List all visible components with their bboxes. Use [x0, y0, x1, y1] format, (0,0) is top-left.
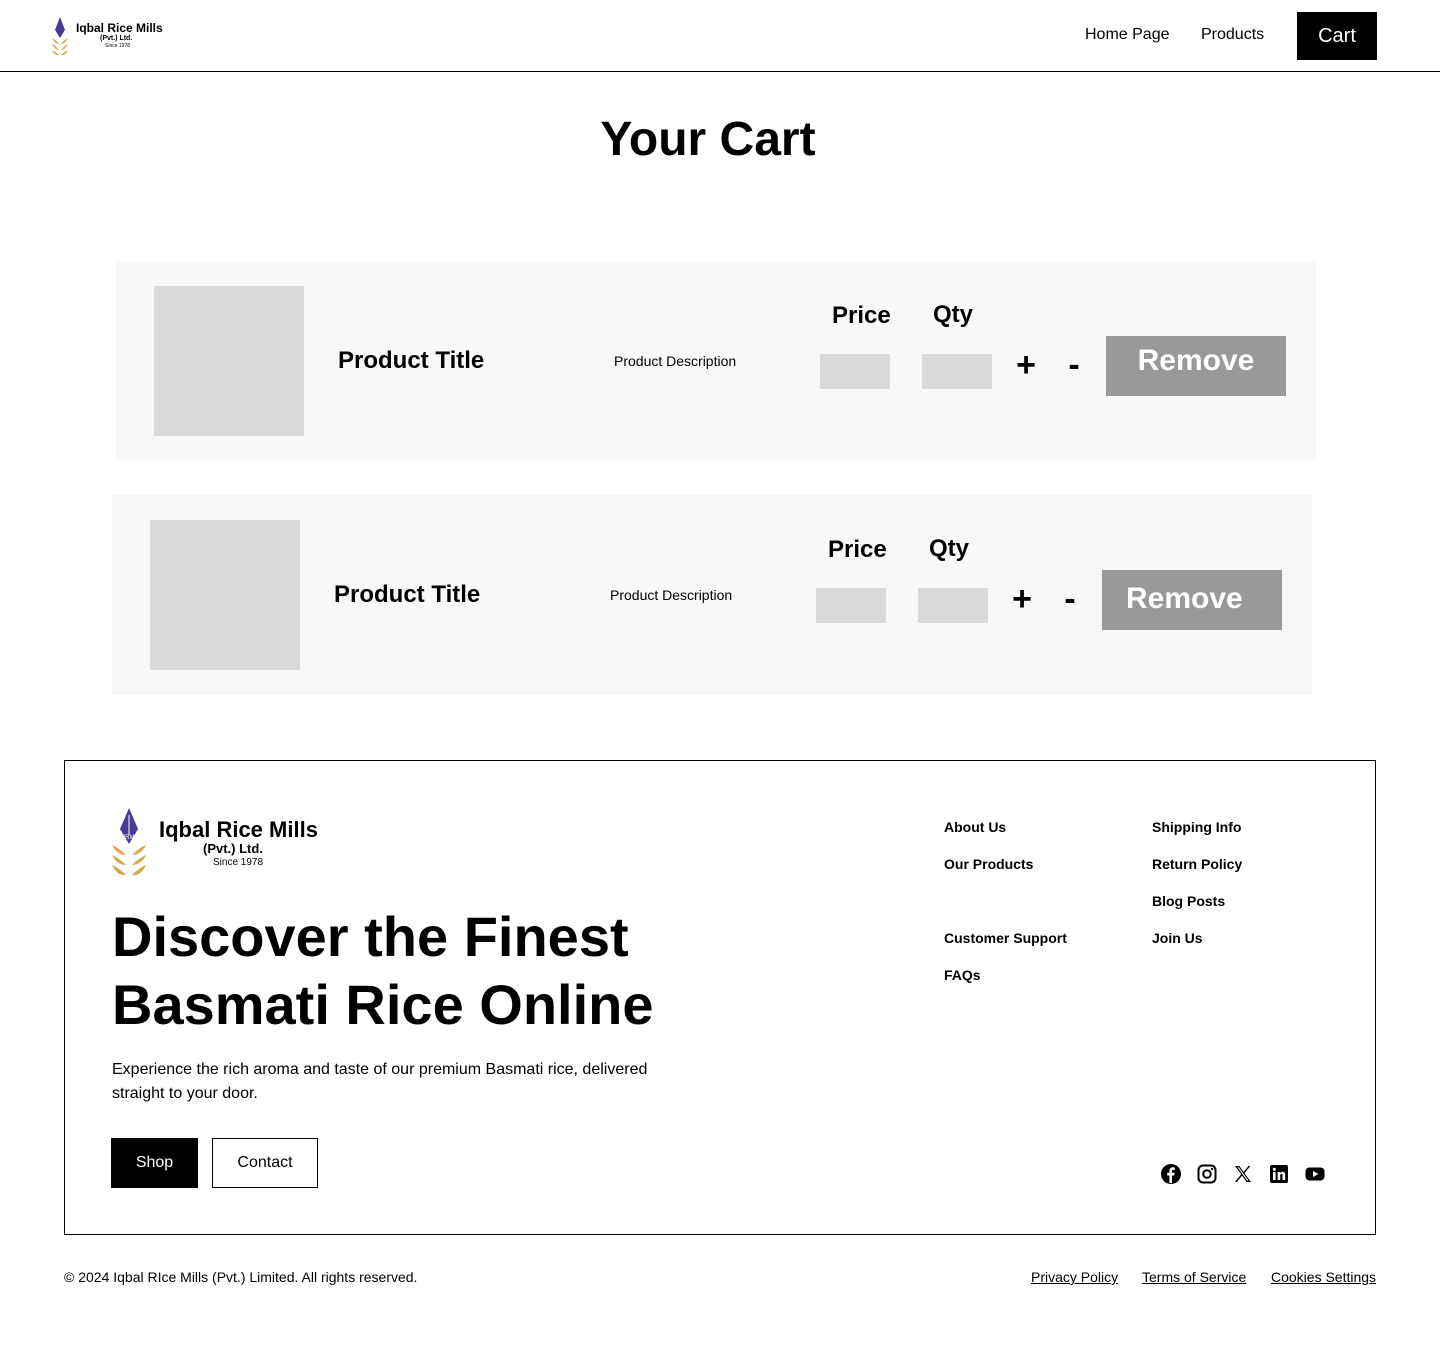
nav-home-page[interactable]: Home Page [1085, 26, 1170, 44]
page-title: Your Cart [600, 113, 816, 166]
qty-input[interactable] [918, 588, 988, 623]
cart-item: Product Title Product Description Price … [112, 495, 1312, 695]
linkedin-icon[interactable] [1269, 1164, 1289, 1184]
site-header: Iqbal Rice Mills (Pvt.) Ltd. Since 1978 … [0, 0, 1440, 72]
footer-description: Experience the rich aroma and taste of o… [112, 1061, 648, 1102]
shop-button[interactable]: Shop [111, 1138, 198, 1188]
product-title: Product Title [334, 581, 481, 608]
footer-link-about-us[interactable]: About Us [944, 819, 1006, 835]
youtube-icon[interactable] [1305, 1164, 1325, 1184]
remove-button[interactable]: Remove [1102, 570, 1282, 630]
decrease-qty-button[interactable]: - [1060, 579, 1080, 619]
x-icon[interactable] [1233, 1164, 1253, 1184]
social-links [1161, 1164, 1325, 1184]
footer: IRM Iqbal Rice Mills (Pvt.) Ltd. Since 1… [64, 760, 1376, 1235]
logo-name: Iqbal Rice Mills [159, 817, 318, 842]
decrease-qty-button[interactable]: - [1064, 345, 1084, 385]
qty-label: Qty [929, 535, 970, 562]
cookies-settings-link[interactable]: Cookies Settings [1271, 1269, 1376, 1285]
product-image-placeholder [150, 520, 300, 670]
logo-since: Since 1978 [105, 43, 131, 49]
product-title: Product Title [338, 347, 485, 374]
footer-link-blog-posts[interactable]: Blog Posts [1152, 893, 1225, 909]
logo-sub: (Pvt.) Ltd. [100, 35, 133, 42]
logo[interactable]: Iqbal Rice Mills (Pvt.) Ltd. Since 1978 [50, 16, 170, 56]
price-label: Price [832, 302, 891, 329]
footer-link-join-us[interactable]: Join Us [1152, 930, 1203, 946]
logo-mark-icon: IRM [112, 808, 146, 876]
remove-button[interactable]: Remove [1106, 336, 1286, 396]
price-label: Price [828, 536, 887, 563]
product-description: Product Description [614, 353, 737, 369]
footer-headline: Discover the Finest Basmati Rice Online [112, 903, 732, 1039]
terms-of-service-link[interactable]: Terms of Service [1142, 1269, 1246, 1285]
contact-button[interactable]: Contact [212, 1138, 318, 1188]
qty-label: Qty [933, 301, 974, 328]
footer-link-customer-support[interactable]: Customer Support [944, 930, 1067, 946]
logo-name: Iqbal Rice Mills [76, 21, 163, 35]
cart-item: Product Title Product Description Price … [116, 261, 1316, 461]
footer-link-faqs[interactable]: FAQs [944, 967, 981, 983]
instagram-icon[interactable] [1197, 1164, 1217, 1184]
logo-mark-icon [52, 17, 68, 55]
facebook-icon[interactable] [1161, 1164, 1181, 1184]
logo-mark-text: IRM [124, 835, 135, 841]
qty-input[interactable] [922, 354, 992, 389]
footer-link-shipping-info[interactable]: Shipping Info [1152, 819, 1241, 835]
product-description: Product Description [610, 587, 733, 603]
headline-line-2: Basmati Rice Online [112, 973, 654, 1036]
logo-sub: (Pvt.) Ltd. [203, 841, 263, 856]
price-value-box [816, 588, 886, 623]
footer-link-return-policy[interactable]: Return Policy [1152, 856, 1242, 872]
price-value-box [820, 354, 890, 389]
headline-line-1: Discover the Finest [112, 905, 629, 968]
footer-logo[interactable]: IRM Iqbal Rice Mills (Pvt.) Ltd. Since 1… [111, 807, 331, 879]
increase-qty-button[interactable]: + [1014, 345, 1038, 385]
logo-since: Since 1978 [213, 857, 264, 868]
copyright-text: © 2024 Iqbal RIce Mills (Pvt.) Limited. … [64, 1269, 418, 1285]
increase-qty-button[interactable]: + [1010, 579, 1034, 619]
footer-link-our-products[interactable]: Our Products [944, 856, 1033, 872]
nav-products[interactable]: Products [1201, 26, 1264, 44]
nav-cart-button[interactable]: Cart [1297, 12, 1377, 60]
privacy-policy-link[interactable]: Privacy Policy [1031, 1269, 1118, 1285]
product-image-placeholder [154, 286, 304, 436]
